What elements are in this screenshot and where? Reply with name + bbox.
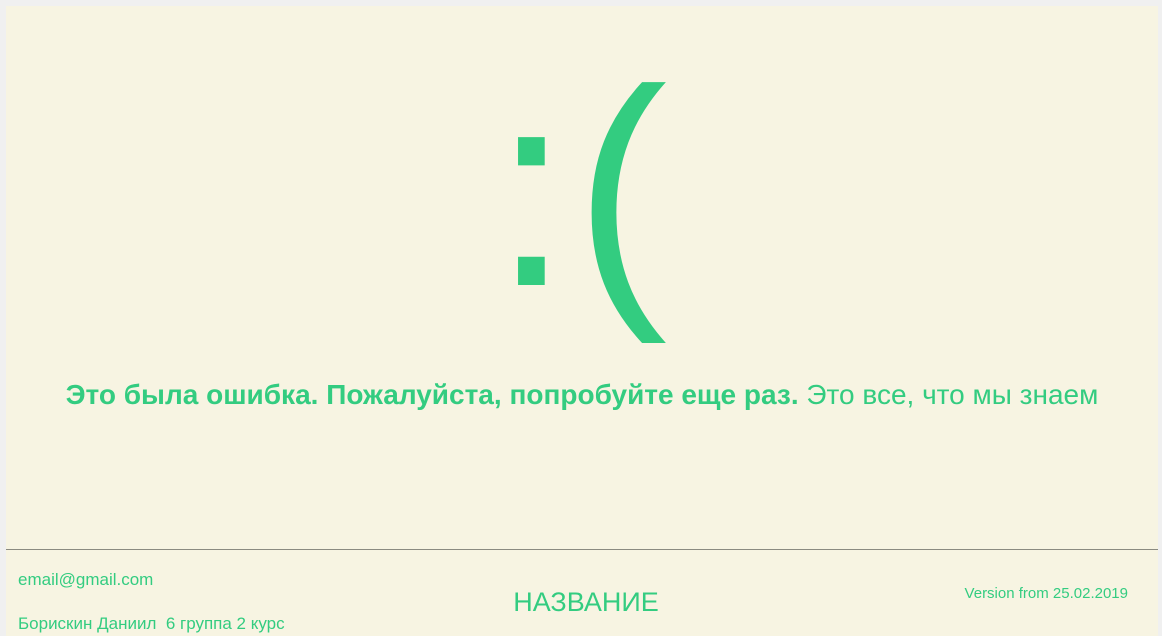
error-page: :( Это была ошибка. Пожалуйста, попробуй… <box>6 6 1158 636</box>
error-message-bold: Это была ошибка. Пожалуйста, попробуйте … <box>65 379 799 410</box>
error-message: Это была ошибка. Пожалуйста, попробуйте … <box>6 378 1158 411</box>
sad-face-icon: :( <box>492 33 672 345</box>
error-message-regular: Это все, что мы знаем <box>798 379 1099 410</box>
footer-divider <box>6 549 1158 550</box>
footer-version: Version from 25.02.2019 <box>964 585 1128 602</box>
